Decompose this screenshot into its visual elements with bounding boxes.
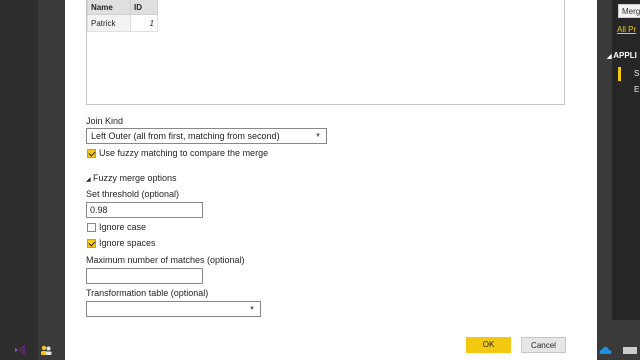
join-kind-dropdown[interactable]: Left Outer (all from first, matching fro…: [86, 128, 327, 144]
fuzzy-matching-checkbox[interactable]: [87, 149, 96, 158]
threshold-label: Set threshold (optional): [86, 189, 180, 199]
all-properties-link[interactable]: All Pr: [617, 25, 636, 34]
merge-dialog: Name ID Patrick 1 Join Kind Left Outer (…: [65, 0, 597, 360]
chevron-down-icon: ▼: [249, 306, 255, 312]
preview-table: Name ID Patrick 1: [87, 0, 158, 32]
chevron-down-icon: ▼: [315, 133, 321, 139]
table-row[interactable]: Patrick 1: [87, 14, 158, 32]
ignore-case-checkbox[interactable]: [87, 223, 96, 232]
applied-steps-header[interactable]: ◢ APPLI: [607, 51, 637, 60]
column-header-id[interactable]: ID: [130, 0, 158, 15]
column-header-name[interactable]: Name: [87, 0, 131, 15]
join-kind-label: Join Kind: [86, 116, 124, 126]
applied-step-item[interactable]: S: [634, 69, 639, 78]
people-icon[interactable]: [40, 344, 52, 356]
table-preview: Name ID Patrick 1: [86, 0, 565, 105]
query-settings-panel: [612, 0, 640, 320]
selected-step-marker: [618, 67, 621, 81]
ignore-case-label[interactable]: Ignore case: [99, 222, 146, 232]
query-name-field[interactable]: Merg: [618, 4, 640, 18]
join-kind-value: Left Outer (all from first, matching fro…: [91, 131, 280, 141]
onedrive-cloud-icon[interactable]: [599, 345, 612, 357]
fuzzy-options-header[interactable]: Fuzzy merge options: [93, 173, 177, 183]
collapse-triangle-icon[interactable]: ◢: [86, 176, 91, 183]
taskbar-tray-item[interactable]: [623, 347, 637, 354]
applied-steps-label: APPLI: [613, 51, 637, 60]
fuzzy-matching-label[interactable]: Use fuzzy matching to compare the merge: [99, 148, 268, 158]
ignore-spaces-checkbox[interactable]: [87, 239, 96, 248]
table-header-row: Name ID: [87, 0, 158, 15]
applied-step-item[interactable]: E: [634, 85, 639, 94]
ignore-spaces-label[interactable]: Ignore spaces: [99, 238, 156, 248]
threshold-input[interactable]: 0.98: [86, 202, 203, 218]
transformation-table-dropdown[interactable]: ▼: [86, 301, 261, 317]
ok-button[interactable]: OK: [466, 337, 511, 353]
transformation-table-label: Transformation table (optional): [86, 288, 209, 298]
cell-name[interactable]: Patrick: [87, 14, 131, 32]
max-matches-input[interactable]: [86, 268, 203, 284]
visual-studio-icon[interactable]: [14, 344, 26, 356]
cancel-button[interactable]: Cancel: [521, 337, 566, 353]
background-left-strip: [0, 0, 38, 360]
max-matches-label: Maximum number of matches (optional): [86, 255, 245, 265]
cell-id[interactable]: 1: [130, 14, 158, 32]
